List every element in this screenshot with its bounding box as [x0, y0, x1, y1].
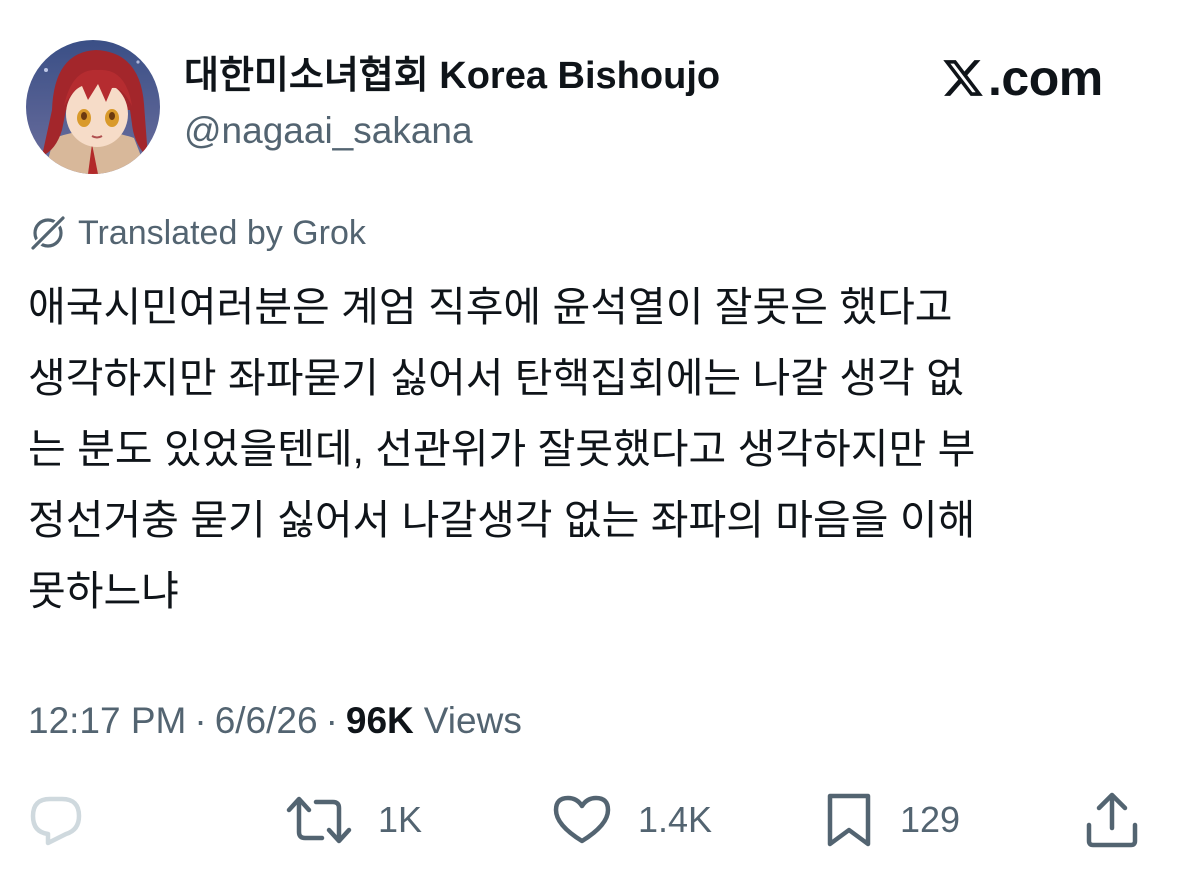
views-count[interactable]: 96K — [346, 700, 414, 742]
tweet-text-line: 정선거충 묻기 싫어서 나갈생각 없는 좌파의 마음을 이해 — [28, 497, 976, 543]
meta-separator: · — [194, 700, 207, 741]
tweet-text-line: 생각하지만 좌파묻기 싫어서 탄핵집회에는 나갈 생각 없 — [28, 355, 964, 401]
share-icon — [1086, 792, 1138, 848]
x-logo-text: .com — [988, 50, 1103, 106]
x-logo-icon — [943, 60, 983, 96]
tweet-text-line: 는 분도 있었을텐데, 선관위가 잘못했다고 생각하지만 부 — [28, 426, 976, 472]
retweet-icon — [286, 796, 352, 844]
retweet-count: 1K — [378, 799, 423, 840]
bookmark-button[interactable]: 129 — [824, 790, 960, 850]
tweet-meta: 12:17 PM · 6/6/26 · 96K Views — [28, 696, 522, 746]
tweet-text-line: 못하느냐 — [28, 568, 179, 614]
avatar[interactable] — [26, 40, 160, 174]
avatar-image — [26, 40, 160, 174]
share-button[interactable] — [1084, 790, 1140, 850]
reply-button[interactable] — [26, 790, 86, 850]
tweet-date[interactable]: 6/6/26 — [215, 700, 318, 742]
tweet-text-line: 애국시민여러분은 계엄 직후에 윤석열이 잘못은 했다고 — [28, 284, 953, 330]
heart-icon — [553, 795, 611, 844]
bookmark-icon — [827, 793, 871, 847]
bookmark-count: 129 — [900, 799, 961, 840]
translated-label: Translated by Grok — [78, 213, 366, 252]
translated-by-grok[interactable]: Translated by Grok — [28, 210, 366, 256]
retweet-button[interactable]: 1K — [286, 790, 422, 850]
views-label: Views — [423, 700, 522, 741]
like-button[interactable]: 1.4K — [552, 790, 712, 850]
tweet-time[interactable]: 12:17 PM — [28, 700, 186, 742]
grok-icon — [31, 216, 65, 250]
reply-icon — [30, 796, 82, 846]
like-count: 1.4K — [638, 799, 713, 840]
author-display-name[interactable]: 대한미소녀협회 Korea Bishoujo — [184, 50, 720, 102]
x-logo: .com — [940, 50, 1103, 106]
author-handle[interactable]: @nagaai_sakana — [184, 106, 473, 156]
tweet-text: 애국시민여러분은 계엄 직후에 윤석열이 잘못은 했다고 생각하지만 좌파묻기 … — [28, 272, 1148, 627]
meta-separator: · — [325, 700, 338, 741]
